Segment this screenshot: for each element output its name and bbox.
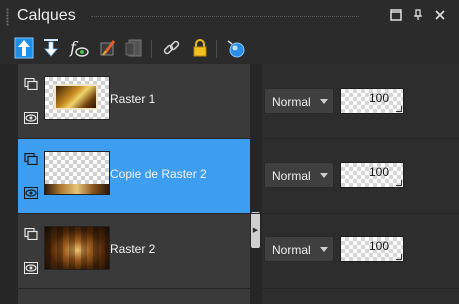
pin-button[interactable] — [409, 6, 427, 24]
resize-grip-icon — [396, 254, 402, 260]
panel-title: Calques — [17, 7, 76, 24]
link-icon — [163, 40, 180, 55]
opacity-value: 100 — [368, 91, 389, 105]
blend-mode-label: Normal — [272, 243, 311, 257]
toolbar-separator — [216, 40, 217, 58]
mask-icon — [125, 39, 142, 57]
move-layer-down-icon — [44, 39, 58, 57]
blend-mode-label: Normal — [272, 169, 311, 183]
move-layer-down-button[interactable] — [39, 36, 63, 60]
new-layer-button[interactable] — [224, 36, 248, 60]
opacity-value: 100 — [368, 239, 389, 253]
panel-title-bar: Calques — [0, 0, 459, 32]
maximize-icon — [390, 9, 402, 21]
eye-icon[interactable] — [24, 112, 38, 124]
brush-button[interactable] — [96, 36, 120, 60]
layer-group-icon — [24, 78, 38, 90]
close-button[interactable] — [431, 6, 449, 24]
blend-mode-dropdown[interactable]: Normal — [264, 236, 334, 262]
layers-list: ▶ Raster 1 Copie de Raster 2 Raster 2 No… — [0, 64, 459, 304]
column-divider — [250, 64, 262, 304]
chevron-down-icon — [320, 247, 328, 252]
left-strip — [0, 64, 18, 304]
lock-button[interactable] — [188, 36, 212, 60]
blend-mode-label: Normal — [272, 95, 311, 109]
layer-name[interactable]: Raster 2 — [110, 242, 155, 256]
layer-thumbnail — [44, 226, 110, 270]
move-layer-up-button[interactable] — [12, 36, 36, 60]
close-icon — [435, 10, 445, 20]
blend-mode-dropdown[interactable]: Normal — [264, 162, 334, 188]
move-layer-up-icon — [14, 37, 34, 59]
panel-drag-grip[interactable] — [6, 8, 9, 26]
fx-effects-button[interactable]: f — [67, 36, 91, 60]
title-separator — [91, 16, 359, 17]
row-separator — [18, 288, 459, 289]
pin-icon — [414, 9, 422, 20]
opacity-value: 100 — [368, 165, 389, 179]
brush-icon — [100, 40, 116, 56]
eye-icon[interactable] — [24, 262, 38, 274]
fx-effects-icon: f — [69, 38, 89, 57]
opacity-field[interactable]: 100 — [340, 88, 404, 114]
layer-row[interactable]: Raster 2 — [18, 214, 250, 288]
toolbar-separator — [151, 40, 152, 58]
layer-thumbnail — [44, 151, 110, 195]
lock-icon — [193, 39, 207, 57]
new-layer-icon — [227, 40, 245, 58]
maximize-button[interactable] — [387, 6, 405, 24]
link-button[interactable] — [160, 36, 184, 60]
layers-toolbar: f — [0, 32, 459, 64]
opacity-field[interactable]: 100 — [340, 162, 404, 188]
mask-button[interactable] — [122, 36, 146, 60]
layer-name[interactable]: Raster 1 — [110, 92, 155, 106]
blend-mode-dropdown[interactable]: Normal — [264, 88, 334, 114]
opacity-field[interactable]: 100 — [340, 236, 404, 262]
layer-row[interactable]: Raster 1 — [18, 64, 250, 138]
panel-splitter-handle[interactable]: ▶ — [251, 212, 260, 248]
layer-group-icon — [24, 228, 38, 240]
resize-grip-icon — [396, 106, 402, 112]
eye-icon[interactable] — [24, 187, 38, 199]
layer-group-icon — [24, 153, 38, 165]
layer-thumbnail — [44, 76, 110, 120]
resize-grip-icon — [396, 180, 402, 186]
chevron-down-icon — [320, 173, 328, 178]
layer-row-selected[interactable]: Copie de Raster 2 — [18, 139, 250, 213]
layer-name[interactable]: Copie de Raster 2 — [110, 167, 207, 181]
chevron-down-icon — [320, 99, 328, 104]
